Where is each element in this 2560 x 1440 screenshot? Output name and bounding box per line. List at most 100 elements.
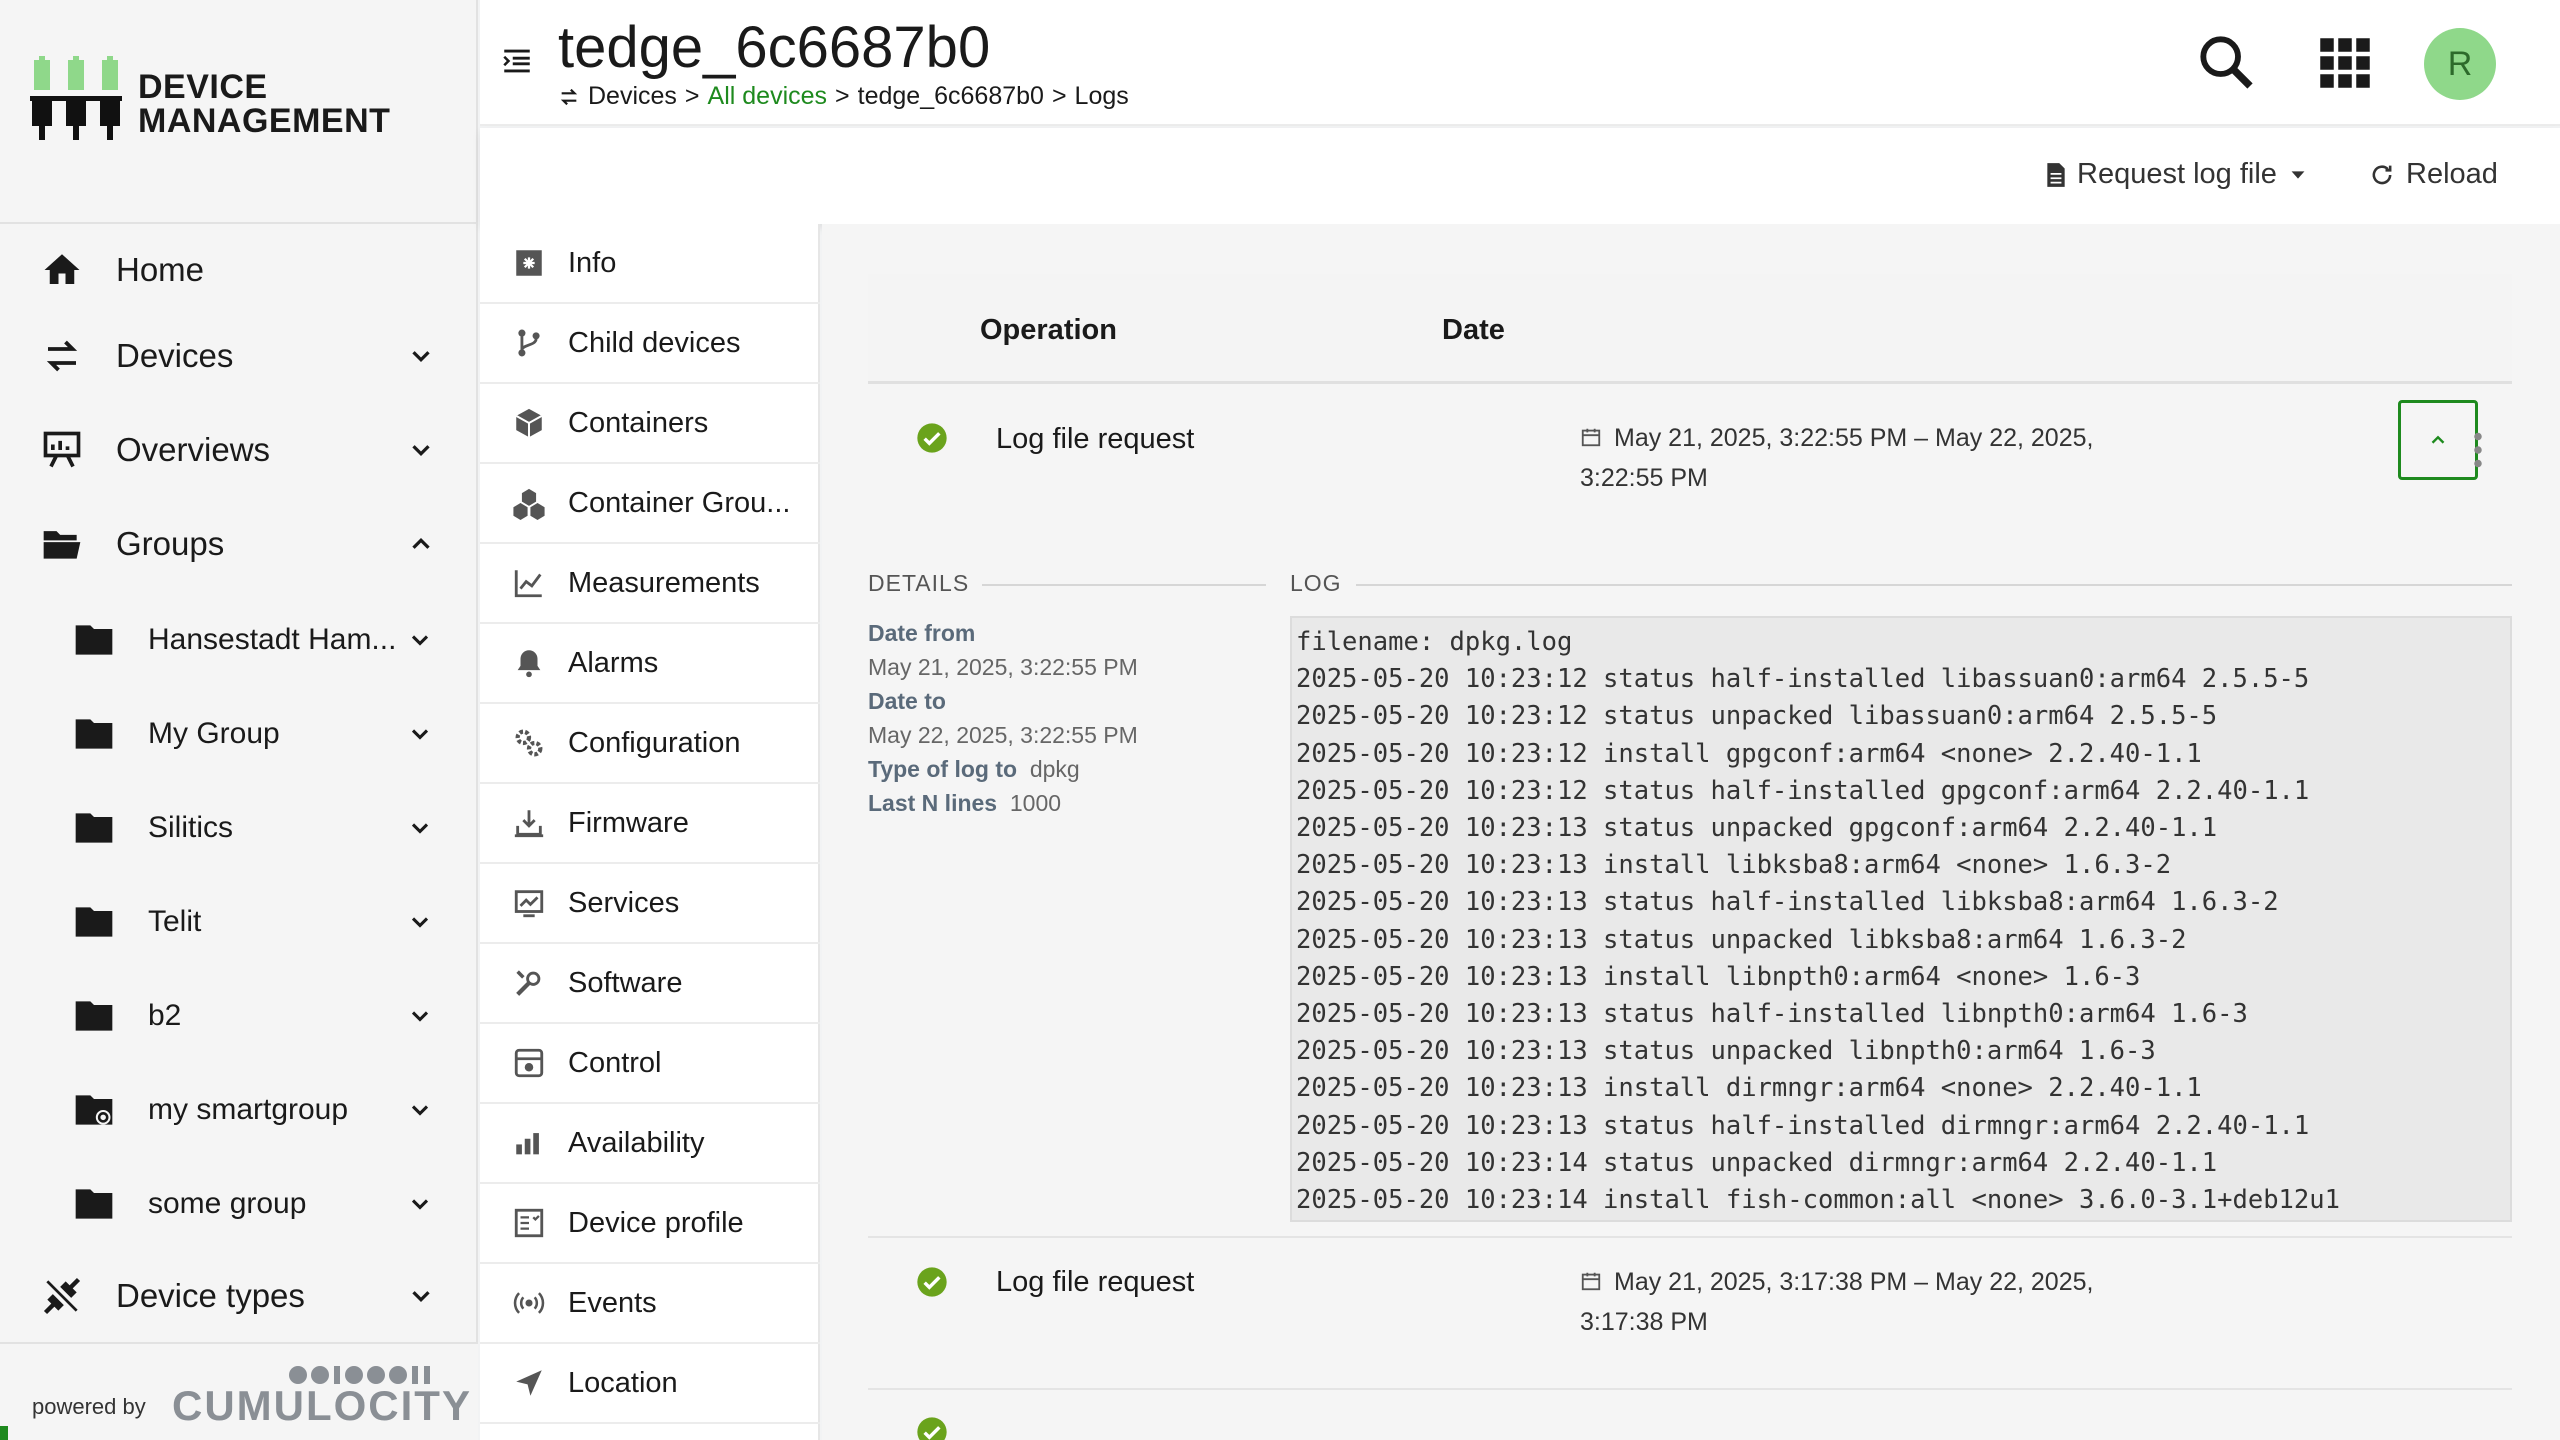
nav-label-devices: Devices	[116, 337, 234, 374]
folder-icon	[75, 1001, 113, 1031]
nav-item-devices[interactable]: Devices	[0, 316, 478, 396]
nav-item-device-types[interactable]: Device types	[0, 1256, 478, 1336]
group-label: some group	[148, 1187, 307, 1220]
tab-label: Alarms	[568, 646, 659, 679]
group-label: Silitics	[148, 811, 234, 844]
chevron-up-icon[interactable]	[406, 529, 436, 559]
request-log-file-button[interactable]: Request log file	[2045, 158, 2309, 191]
vendor-wordmark: CUMULOCITY	[172, 1382, 472, 1429]
home-icon	[38, 246, 86, 294]
page-header: tedge_6c6687b0 Devices > All devices > t…	[480, 0, 2560, 126]
tab-software[interactable]: Software	[480, 944, 820, 1024]
tab-label: Location	[568, 1366, 678, 1399]
group-item[interactable]: my smartgroup	[0, 1070, 478, 1150]
chevron-down-icon[interactable]	[406, 435, 436, 465]
reload-button[interactable]: Reload	[2368, 158, 2498, 191]
group-item[interactable]: Hansestadt Ham...	[0, 600, 478, 680]
tab-label: Container Grou...	[568, 486, 791, 519]
group-item[interactable]: My Group	[0, 694, 478, 774]
nav-label-home: Home	[116, 251, 205, 288]
log-line: 2025-05-20 10:23:13 status half-installe…	[1296, 1110, 2310, 1141]
tab-device-profile[interactable]: Device profile	[480, 1184, 820, 1264]
log-line: 2025-05-20 10:23:12 status half-installe…	[1296, 664, 2310, 695]
cubes-icon	[513, 488, 545, 520]
gears-icon	[515, 729, 543, 757]
tab-measurements[interactable]: Measurements	[480, 544, 820, 624]
tab-configuration[interactable]: Configuration	[480, 704, 820, 784]
download-tray-icon	[514, 810, 544, 838]
tab-alarms[interactable]: Alarms	[480, 624, 820, 704]
tab-label: Firmware	[568, 806, 689, 839]
group-label: Telit	[148, 905, 202, 938]
tab-location[interactable]: Location	[480, 1344, 820, 1424]
chevron-down-icon[interactable]	[406, 1190, 434, 1218]
user-avatar[interactable]: R	[2424, 28, 2496, 100]
nav-label-groups: Groups	[116, 525, 225, 562]
breadcrumb-device[interactable]: tedge_6c6687b0	[858, 82, 1044, 111]
nav-item-overviews[interactable]: Overviews	[0, 410, 478, 490]
detail-key: Date from	[868, 620, 976, 646]
tab-events[interactable]: Events	[480, 1264, 820, 1344]
table-row[interactable]	[868, 1390, 2512, 1440]
date-range-line1: May 21, 2025, 3:17:38 PM – May 22, 2025,	[1614, 1268, 2094, 1296]
tab-control[interactable]: Control	[480, 1024, 820, 1104]
nav-label-device-types: Device types	[116, 1277, 305, 1314]
group-item[interactable]: some group	[0, 1164, 478, 1244]
operation-date: May 21, 2025, 3:22:55 PM – May 22, 2025,…	[1580, 418, 2140, 498]
log-output[interactable]: filename: dpkg.log 2025-05-20 10:23:12 s…	[1290, 616, 2512, 1222]
nav-item-groups[interactable]: Groups	[0, 504, 478, 584]
chevron-down-icon[interactable]	[406, 626, 434, 654]
reload-label: Reload	[2406, 158, 2498, 190]
tab-services[interactable]: Services	[480, 864, 820, 944]
tab-label: Software	[568, 966, 683, 999]
bell-icon	[517, 650, 541, 678]
tab-child-devices[interactable]: Child devices	[480, 304, 820, 384]
breadcrumb-devices[interactable]: Devices	[588, 82, 677, 111]
tab-label: Control	[568, 1046, 662, 1079]
tab-availability[interactable]: Availability	[480, 1104, 820, 1184]
log-line: 2025-05-20 10:23:12 status unpacked liba…	[1296, 701, 2218, 732]
nav-item-home[interactable]: Home	[0, 230, 478, 310]
log-line: 2025-05-20 10:23:13 install dirmngr:arm6…	[1296, 1073, 2202, 1104]
chevron-down-icon[interactable]	[406, 1002, 434, 1030]
tab-container-groups[interactable]: Container Grou...	[480, 464, 820, 544]
column-operation: Operation	[980, 314, 1117, 346]
group-item[interactable]: b2	[0, 976, 478, 1056]
log-line: 2025-05-20 10:23:14 install fish-common:…	[1296, 1185, 2340, 1216]
left-navigator: DEVICE MANAGEMENT Home Devices Overviews…	[0, 0, 478, 1440]
branch-icon	[518, 329, 540, 357]
tab-firmware[interactable]: Firmware	[480, 784, 820, 864]
group-item[interactable]: Silitics	[0, 788, 478, 868]
breadcrumb-all-devices[interactable]: All devices	[708, 82, 828, 111]
request-log-file-label: Request log file	[2077, 158, 2277, 190]
chevron-down-icon[interactable]	[406, 341, 436, 371]
broadcast-icon	[513, 1292, 545, 1314]
chevron-down-icon[interactable]	[406, 1281, 436, 1311]
chevron-down-icon[interactable]	[406, 1096, 434, 1124]
line-chart-icon	[514, 570, 542, 598]
action-bar: Request log file Reload	[480, 128, 2560, 224]
exchange-icon	[38, 332, 86, 380]
detail-value: 1000	[1009, 790, 1062, 816]
group-item[interactable]: Telit	[0, 882, 478, 962]
table-row[interactable]: Log file request May 21, 2025, 3:17:38 P…	[868, 1238, 2512, 1388]
presentation-chart-icon	[38, 426, 86, 474]
app-brand[interactable]: DEVICE MANAGEMENT	[30, 56, 390, 152]
app-switcher-icon[interactable]	[2318, 36, 2372, 90]
device-management-logo-icon	[30, 56, 122, 140]
toggle-navigator-icon[interactable]	[500, 44, 534, 78]
more-actions-icon[interactable]	[2472, 432, 2484, 468]
bar-chart-icon	[516, 1133, 539, 1155]
services-icon	[514, 890, 544, 918]
chevron-up-icon	[2431, 435, 2445, 444]
tab-info[interactable]: Info	[480, 224, 820, 304]
log-line: 2025-05-20 10:23:13 install libnpth0:arm…	[1296, 961, 2141, 992]
chevron-down-icon[interactable]	[406, 720, 434, 748]
collapse-button[interactable]	[2398, 400, 2478, 480]
chevron-down-icon[interactable]	[406, 814, 434, 842]
section-divider	[1356, 584, 2512, 586]
chevron-down-icon[interactable]	[406, 908, 434, 936]
breadcrumb-separator: >	[1051, 82, 1067, 110]
tab-containers[interactable]: Containers	[480, 384, 820, 464]
search-icon[interactable]	[2194, 30, 2258, 94]
